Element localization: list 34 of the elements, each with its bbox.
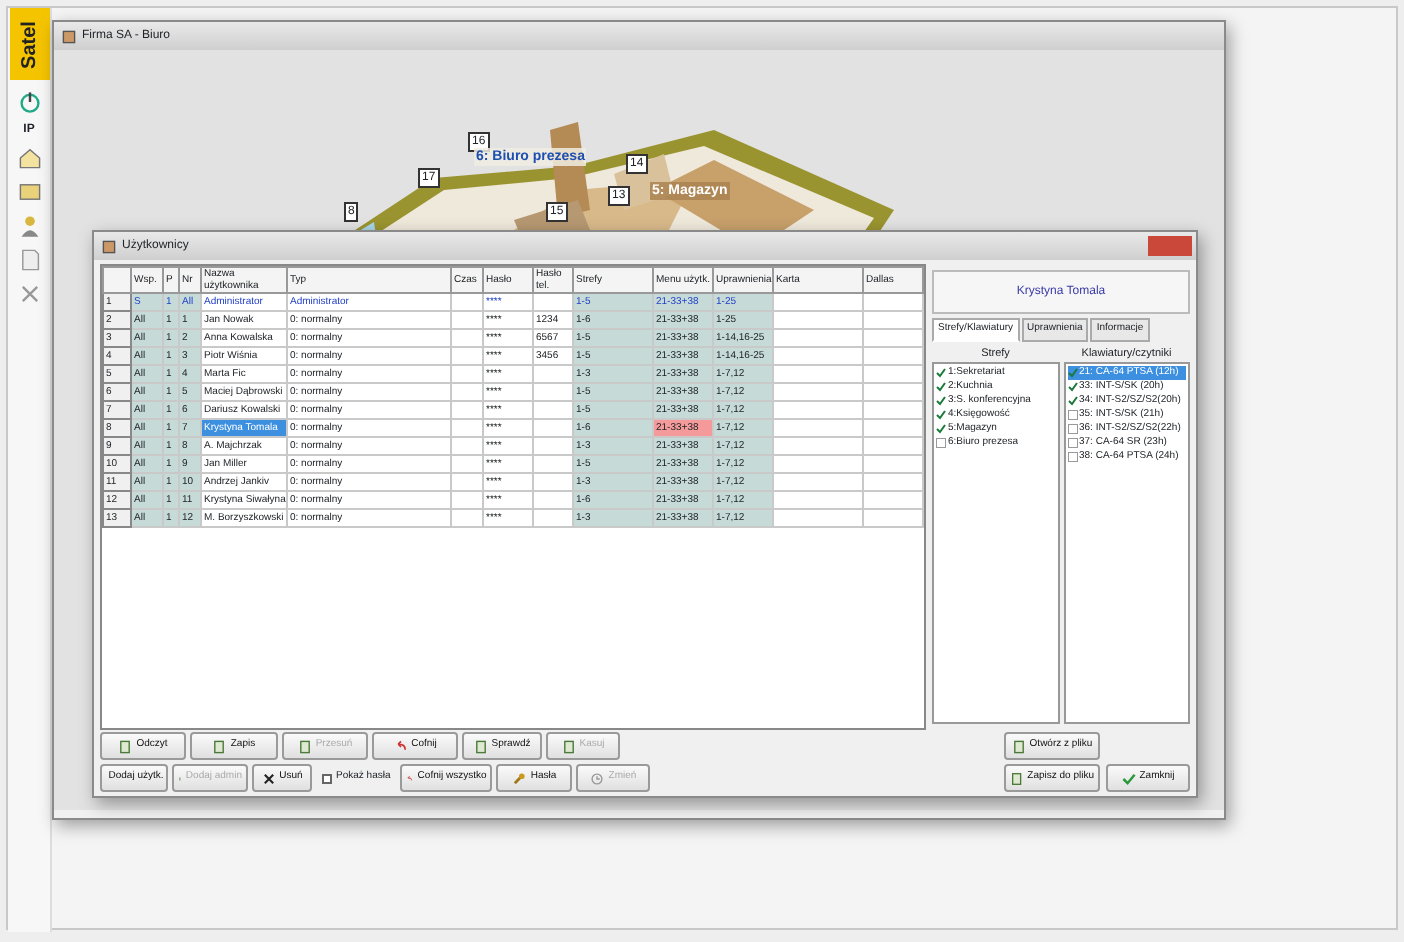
- house-icon[interactable]: [17, 146, 41, 170]
- close-icon: [261, 771, 276, 785]
- power-icon[interactable]: [17, 90, 41, 114]
- checkbox[interactable]: [1067, 423, 1077, 434]
- logo: Satel: [9, 8, 49, 80]
- checkbox[interactable]: [1067, 409, 1077, 420]
- user-icon[interactable]: [17, 214, 41, 238]
- document-icon: [118, 739, 133, 753]
- checkbox[interactable]: [1067, 381, 1077, 392]
- check-icon: [1121, 771, 1136, 785]
- panel-icon[interactable]: [17, 180, 41, 204]
- key-icon: [512, 771, 527, 785]
- checkbox[interactable]: [936, 395, 946, 406]
- checkbox[interactable]: [936, 381, 946, 392]
- document-icon: [473, 739, 488, 753]
- checkbox[interactable]: [936, 437, 946, 448]
- document-icon: [212, 739, 227, 753]
- checkbox[interactable]: [936, 367, 946, 378]
- checkbox[interactable]: [1067, 437, 1077, 448]
- undo-icon: [393, 739, 408, 753]
- document-icon[interactable]: [17, 248, 41, 272]
- document-icon: [561, 739, 576, 753]
- tools-icon[interactable]: [17, 282, 41, 306]
- checkbox[interactable]: [936, 423, 946, 434]
- checkbox[interactable]: [936, 409, 946, 420]
- window-icon[interactable]: [102, 239, 116, 253]
- checkbox[interactable]: [1067, 451, 1077, 462]
- document-icon: [297, 739, 312, 753]
- window-icon[interactable]: [62, 29, 76, 43]
- checkbox[interactable]: [1067, 367, 1077, 378]
- clock-icon: [590, 771, 605, 785]
- document-icon: [1011, 739, 1026, 753]
- document-icon: [1010, 771, 1024, 785]
- checkbox[interactable]: [1067, 395, 1077, 406]
